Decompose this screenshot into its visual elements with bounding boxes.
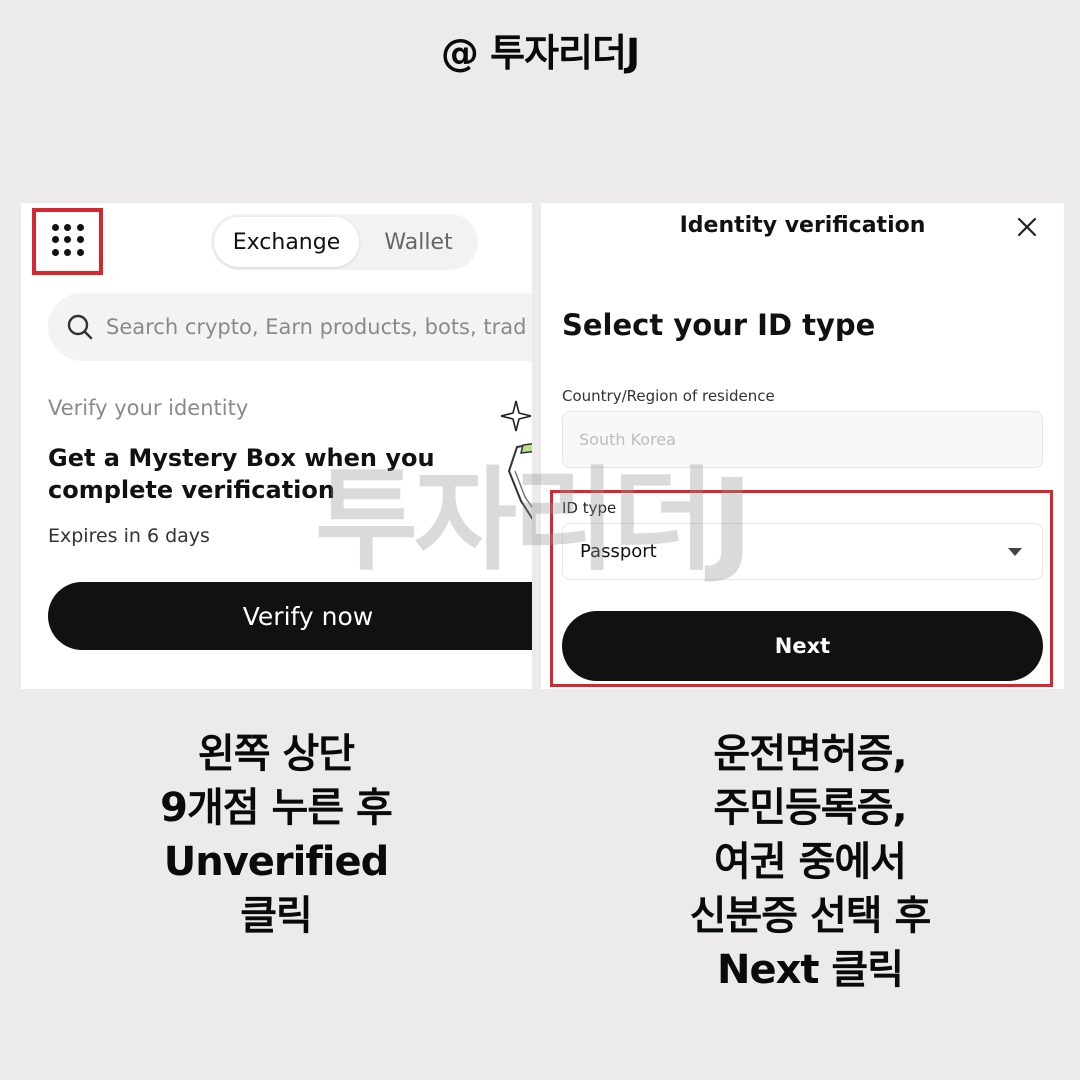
close-icon[interactable] xyxy=(1015,215,1039,239)
modal-title: Identity verification xyxy=(679,213,926,238)
mystery-box-illustration xyxy=(507,443,532,520)
promo-title: Get a Mystery Box when you complete veri… xyxy=(48,442,448,506)
highlight-box-menu xyxy=(32,208,103,275)
tab-wallet[interactable]: Wallet xyxy=(361,217,476,267)
caption-left: 왼쪽 상단 9개점 누른 후 Unverified 클릭 xyxy=(66,727,486,943)
author-handle: @ 투자리더J xyxy=(440,31,640,75)
sparkle-icon xyxy=(500,400,532,432)
caption-right-line: Next 클릭 xyxy=(716,947,904,993)
promo-title-line-1: Get a Mystery Box when you xyxy=(48,444,435,472)
mode-switch: Exchange Wallet xyxy=(211,214,478,270)
caret-down-icon xyxy=(1008,547,1022,556)
caption-right-line: 운전면허증, xyxy=(713,731,907,777)
caption-right-line: 신분증 선택 후 xyxy=(689,893,932,939)
tab-exchange[interactable]: Exchange xyxy=(214,217,359,267)
page-heading: Select your ID type xyxy=(562,308,876,342)
grid-menu-icon[interactable] xyxy=(51,223,85,257)
promo-title-line-2: complete verification xyxy=(48,476,335,504)
verify-now-button[interactable]: Verify now xyxy=(48,582,532,650)
caption-right: 운전면허증, 주민등록증, 여권 중에서 신분증 선택 후 Next 클릭 xyxy=(600,727,1020,997)
next-button[interactable]: Next xyxy=(562,611,1043,681)
search-placeholder: Search crypto, Earn products, bots, trad xyxy=(106,315,527,339)
country-label: Country/Region of residence xyxy=(562,387,775,405)
caption-left-line: 왼쪽 상단 xyxy=(197,731,355,777)
search-input[interactable]: Search crypto, Earn products, bots, trad xyxy=(48,293,532,361)
caption-left-line: Unverified xyxy=(163,839,389,885)
promo-expiry: Expires in 6 days xyxy=(48,525,210,547)
right-screenshot-panel: Identity verification Select your ID typ… xyxy=(541,203,1064,689)
id-type-value: Passport xyxy=(580,541,657,562)
left-screenshot-panel: Exchange Wallet Search crypto, Earn prod… xyxy=(21,203,532,689)
caption-left-line: 클릭 xyxy=(240,893,313,939)
promo-label: Verify your identity xyxy=(48,396,249,420)
id-type-label: ID type xyxy=(562,499,617,517)
search-icon xyxy=(67,314,93,340)
caption-left-line: 9개점 누른 후 xyxy=(160,785,393,831)
id-type-select[interactable]: Passport xyxy=(562,523,1043,580)
caption-right-line: 주민등록증, xyxy=(713,785,907,831)
country-field[interactable]: South Korea xyxy=(562,411,1043,468)
caption-right-line: 여권 중에서 xyxy=(714,839,907,885)
